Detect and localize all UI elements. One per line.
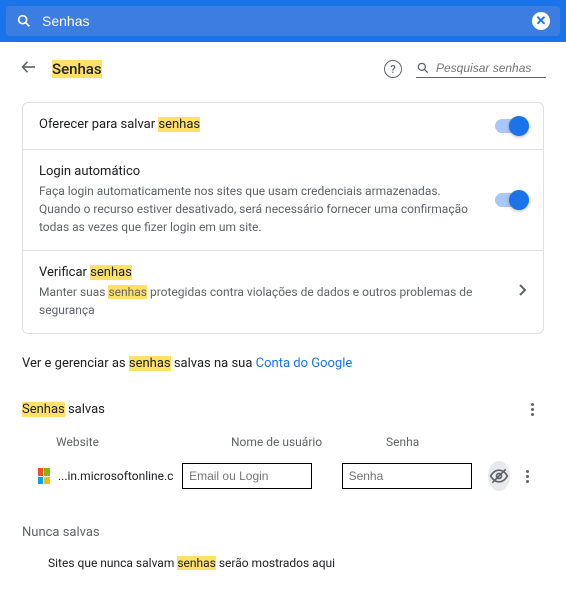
global-search-input[interactable] xyxy=(42,13,522,29)
global-search[interactable]: ✕ xyxy=(6,6,560,36)
page-title: Senhas xyxy=(52,60,102,78)
site-name[interactable]: ...in.microsoftonline.com xyxy=(58,469,174,483)
manage-passwords-line: Ver e gerenciar as senhas salvas na sua … xyxy=(22,356,544,371)
verify-passwords-row[interactable]: Verificar senhas Manter suas senhas prot… xyxy=(23,250,543,333)
never-saved-title: Nunca salvas xyxy=(22,525,544,540)
local-search-input[interactable] xyxy=(436,61,546,75)
chevron-right-icon xyxy=(519,284,527,300)
password-field[interactable] xyxy=(342,463,472,489)
row-menu-icon[interactable] xyxy=(518,464,536,488)
back-icon[interactable] xyxy=(20,58,38,80)
auto-login-row: Login automático Faça login automaticame… xyxy=(23,149,543,250)
show-password-icon[interactable] xyxy=(488,461,510,491)
username-field[interactable] xyxy=(182,463,312,489)
offer-save-row: Oferecer para salvar senhas xyxy=(23,103,543,149)
table-row: ...in.microsoftonline.com xyxy=(22,455,544,497)
local-search[interactable] xyxy=(416,61,546,78)
saved-passwords-title: Senhas salvas xyxy=(22,402,105,417)
auto-login-toggle[interactable] xyxy=(495,193,527,207)
never-saved-desc: Sites que nunca salvam senhas serão most… xyxy=(22,556,544,570)
auto-login-title: Login automático xyxy=(39,164,479,179)
clear-icon[interactable]: ✕ xyxy=(532,12,550,30)
offer-save-toggle[interactable] xyxy=(495,119,527,133)
microsoft-icon xyxy=(38,468,50,484)
google-account-link[interactable]: Conta do Google xyxy=(256,356,353,371)
auto-login-desc: Faça login automaticamente nos sites que… xyxy=(39,182,479,236)
search-icon xyxy=(16,13,32,29)
table-header: Website Nome de usuário Senha xyxy=(22,421,544,455)
help-icon[interactable]: ? xyxy=(384,60,402,78)
saved-menu-icon[interactable] xyxy=(520,397,544,421)
